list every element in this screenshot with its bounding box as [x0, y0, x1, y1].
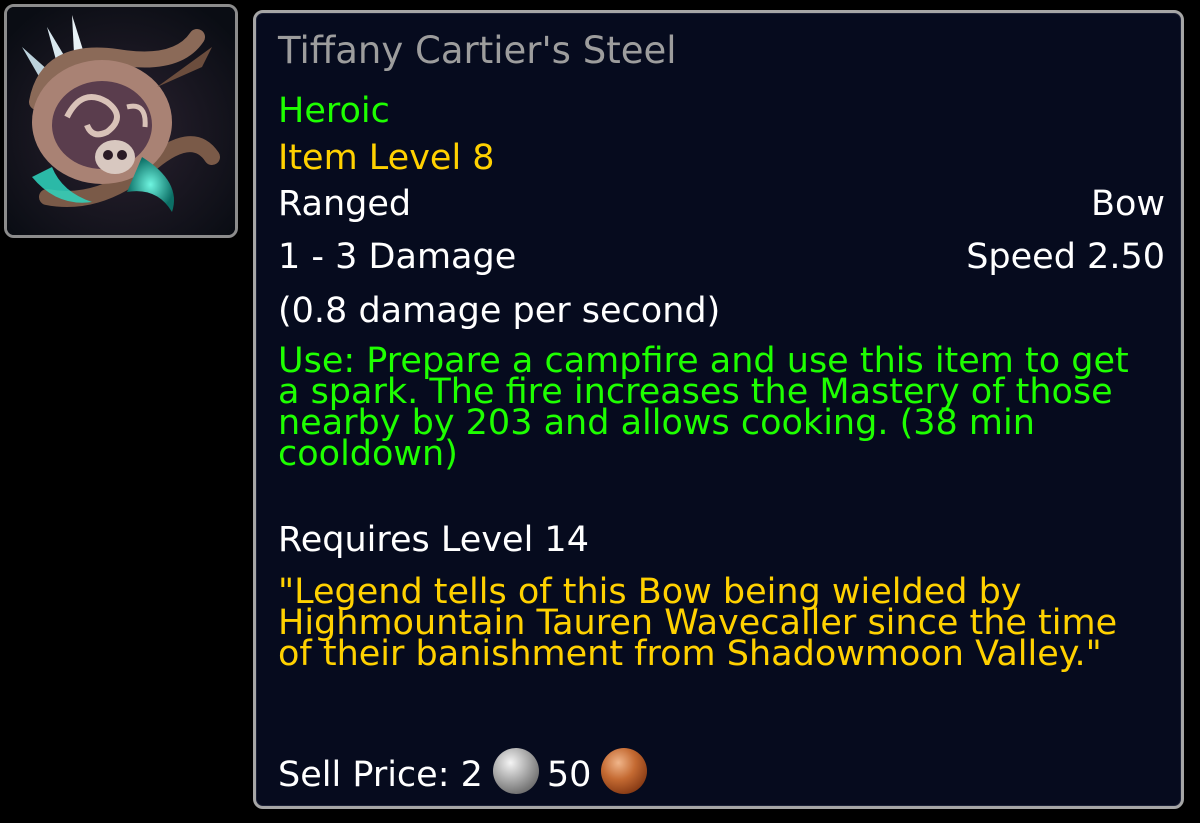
item-slot: Ranged [278, 184, 412, 224]
silver-coin-icon [492, 748, 539, 794]
item-tooltip: Tiffany Cartier's Steel Heroic Item Leve… [253, 10, 1184, 809]
weapon-speed: Speed 2.50 [966, 237, 1165, 277]
item-difficulty: Heroic [278, 91, 390, 131]
sell-price: Sell Price: 2 50 [278, 748, 1165, 795]
item-title: Tiffany Cartier's Steel [278, 29, 677, 72]
bow-item-icon [7, 7, 235, 235]
item-level: Item Level 8 [278, 138, 495, 178]
damage-per-second: (0.8 damage per second) [278, 291, 721, 331]
item-icon-frame[interactable] [4, 4, 238, 238]
weapon-type: Bow [1090, 184, 1165, 224]
damage-row: 1 - 3 Damage Speed 2.50 [278, 237, 1165, 277]
slot-row: Ranged Bow [278, 184, 1165, 224]
copper-coin-icon [601, 748, 648, 794]
sell-price-copper: 50 [546, 755, 592, 795]
sell-price-label: Sell Price: 2 [278, 755, 483, 795]
level-requirement: Requires Level 14 [278, 520, 589, 560]
flavor-text: "Legend tells of this Bow being wielded … [278, 572, 1118, 674]
damage-range: 1 - 3 Damage [278, 237, 517, 277]
use-effect: Use: Prepare a campfire and use this ite… [278, 341, 1129, 474]
